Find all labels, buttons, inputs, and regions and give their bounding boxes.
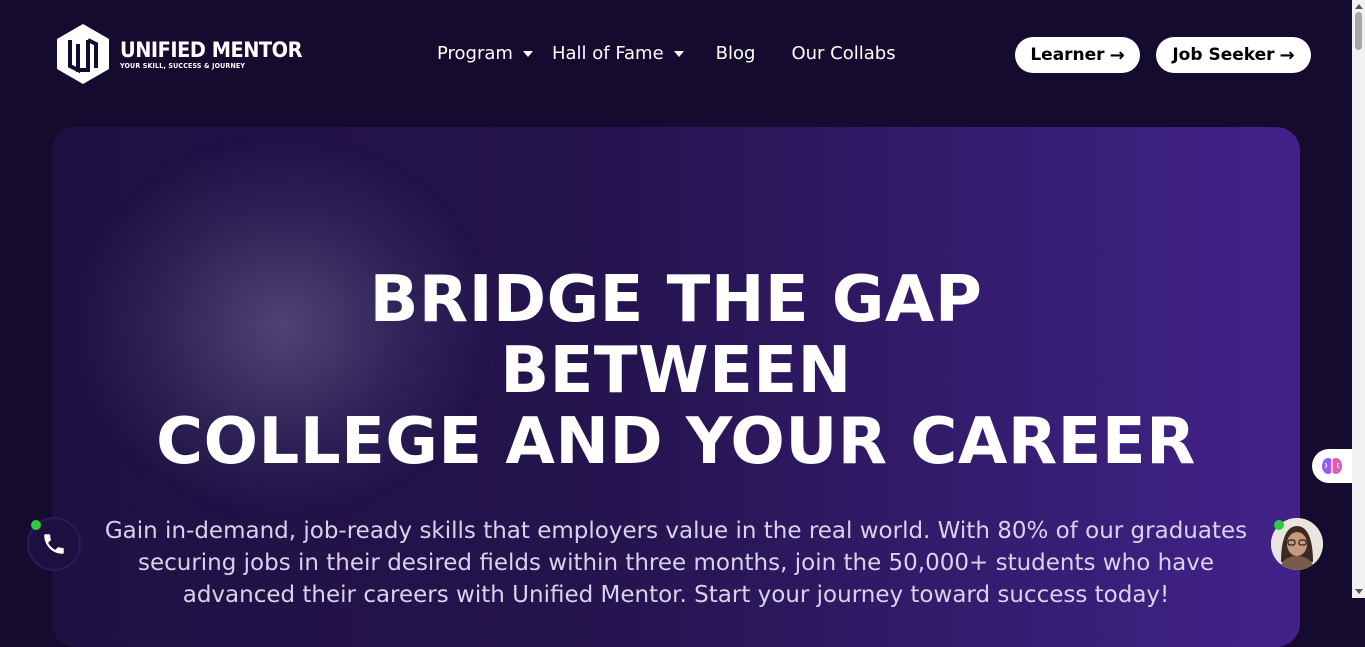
scroll-up-arrow-icon[interactable]: [1355, 4, 1363, 9]
nav-item-label: Our Collabs: [791, 43, 896, 64]
nav-item-blog[interactable]: Blog: [716, 43, 756, 64]
nav-item-label: Blog: [715, 43, 756, 64]
online-status-dot: [31, 520, 41, 530]
hero-title-line: COLLEGE AND YOUR CAREER: [156, 405, 1196, 479]
main-nav: Program Hall of Fame Blog Our Collabs: [437, 43, 896, 64]
site-header: UNIFIED MENTOR YOUR SKILL, SUCCESS & JOU…: [0, 0, 1365, 110]
online-status-dot: [1274, 520, 1284, 530]
learner-button-label: Learner: [1030, 45, 1105, 65]
job-seeker-button[interactable]: Job Seeker →: [1156, 37, 1311, 73]
nav-item-program[interactable]: Program: [437, 43, 533, 64]
arrow-right-icon: →: [1109, 44, 1125, 66]
hero-title-line: BETWEEN: [500, 334, 852, 408]
page-scrollbar[interactable]: [1352, 0, 1365, 598]
brand-logo[interactable]: UNIFIED MENTOR YOUR SKILL, SUCCESS & JOU…: [54, 22, 318, 86]
nav-item-hall-of-fame[interactable]: Hall of Fame: [552, 43, 684, 64]
hero-title-line: BRIDGE THE GAP: [369, 263, 983, 337]
hero-description: Gain in-demand, job-ready skills that em…: [72, 515, 1280, 611]
logo-hexagon-icon: [57, 24, 109, 84]
nav-item-our-collabs[interactable]: Our Collabs: [791, 43, 895, 64]
chevron-down-icon: [673, 50, 684, 57]
arrow-right-icon: →: [1279, 44, 1295, 66]
hero-description-line: Gain in-demand, job-ready skills that em…: [104, 518, 1248, 544]
brand-tagline: YOUR SKILL, SUCCESS & JOURNEY: [120, 61, 246, 70]
phone-icon: [44, 534, 64, 554]
hero-section: BRIDGE THE GAP BETWEEN COLLEGE AND YOUR …: [52, 127, 1300, 647]
nav-item-label: Hall of Fame: [551, 43, 664, 64]
hero-title: BRIDGE THE GAP BETWEEN COLLEGE AND YOUR …: [52, 265, 1300, 478]
chevron-down-icon: [522, 50, 533, 57]
brain-icon: [1322, 458, 1342, 474]
scroll-down-arrow-icon[interactable]: [1355, 589, 1363, 594]
hero-description-line: securing jobs in their desired fields wi…: [137, 550, 1215, 576]
nav-item-label: Program: [437, 43, 513, 64]
job-seeker-button-label: Job Seeker: [1172, 45, 1275, 65]
brand-name: UNIFIED MENTOR: [120, 37, 303, 62]
learner-button[interactable]: Learner →: [1015, 37, 1140, 73]
hero-description-line: advanced their careers with Unified Ment…: [182, 582, 1170, 608]
scrollbar-thumb[interactable]: [1355, 12, 1362, 50]
